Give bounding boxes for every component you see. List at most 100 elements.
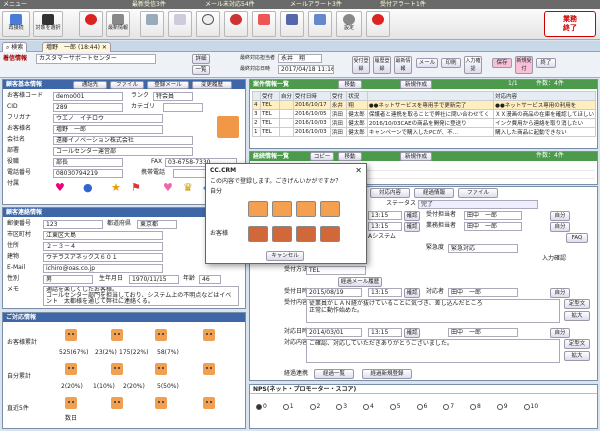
self-button[interactable]: 自分: [550, 222, 570, 232]
title-field[interactable]: 部長: [53, 158, 123, 167]
sex-select[interactable]: 男: [43, 275, 93, 284]
trophy-icon[interactable]: ♛: [183, 181, 193, 194]
confirm-button[interactable]: 確認: [404, 288, 420, 298]
urgency-select[interactable]: 緊急対応: [448, 244, 518, 253]
nps-radio-0[interactable]: 0: [256, 403, 267, 410]
enlarge-button[interactable]: 拡大: [564, 311, 590, 321]
customer-emotion-option-2[interactable]: [272, 226, 292, 242]
tab-customer[interactable]: 増野 一郎 (18:44) ✕: [42, 42, 111, 52]
done-rep-select[interactable]: 田中 一郎: [464, 222, 522, 231]
settings-button[interactable]: 設定: [336, 11, 362, 37]
tab-search[interactable]: ⌕ 検索: [2, 42, 28, 52]
heart-icon[interactable]: ♥: [55, 181, 65, 194]
progress-mail-button[interactable]: 経過メール履歴: [338, 277, 382, 287]
category-select[interactable]: [163, 103, 203, 112]
self-button[interactable]: 自分: [550, 328, 570, 338]
nps-radio-3[interactable]: 3: [336, 403, 347, 410]
clock-button[interactable]: [196, 11, 220, 37]
reception-rep-select[interactable]: 田中 一郎: [448, 288, 518, 297]
history-copy-button[interactable]: コピー: [310, 152, 334, 161]
enlarge-button[interactable]: 拡大: [564, 351, 590, 361]
confirm-button[interactable]: 確認: [404, 222, 420, 232]
news-button[interactable]: 最新情報: [106, 11, 130, 37]
incoming-center-field[interactable]: カスタマーサポートセンター: [36, 54, 156, 64]
input-check-button[interactable]: 入力確認: [464, 56, 482, 74]
fixed-text-button[interactable]: 定型文: [564, 299, 590, 309]
close-icon[interactable]: ✕: [102, 44, 107, 51]
bldg-field[interactable]: ウチラスアネックス６０１: [43, 253, 163, 262]
tab-response[interactable]: 対応内容: [370, 188, 410, 198]
call-target-button[interactable]: 通話先: [73, 81, 107, 89]
person-icon[interactable]: ●: [83, 181, 93, 194]
customer-emotion-option-3[interactable]: [296, 226, 316, 242]
reception-register-button[interactable]: 受付登録: [352, 56, 370, 74]
nps-radio-2[interactable]: 2: [309, 403, 320, 410]
company-field[interactable]: 遠藤イノベーション株式会社: [53, 136, 193, 145]
response-date-field[interactable]: 2014/03/01: [306, 328, 362, 337]
self-button[interactable]: 自分: [550, 288, 570, 298]
rank-select[interactable]: 特会員: [153, 92, 193, 101]
response-rep-select[interactable]: 田中 一郎: [448, 328, 518, 337]
users-button[interactable]: [252, 11, 276, 37]
status-select[interactable]: 完了: [418, 200, 538, 209]
fixed-text-button[interactable]: 定型文: [564, 339, 590, 349]
email-field[interactable]: ichiro@oas.co.jp: [43, 264, 163, 273]
close-icon[interactable]: ✕: [355, 166, 362, 175]
history-new-button[interactable]: 新規作成: [400, 152, 432, 161]
rec-rep-select[interactable]: 田中 一郎: [464, 211, 522, 220]
alert-count[interactable]: メールアラート3件: [290, 0, 342, 9]
customer-emotion-option-1[interactable]: [248, 226, 268, 242]
file-button[interactable]: ファイル: [110, 81, 144, 89]
faq-button[interactable]: FAQ: [566, 233, 588, 243]
addr-field[interactable]: ２－３－４: [43, 242, 163, 251]
select-target-button[interactable]: 対象を選択: [33, 11, 63, 37]
table-row[interactable]: 2 TEL 2016/10/03 浜田 健太郎 2016/10/03CAEの商品を開発に登…: [252, 118, 596, 128]
city-field[interactable]: 江東区大島: [43, 231, 163, 240]
customer-name-field[interactable]: 増野 一郎: [53, 125, 163, 134]
pin-button[interactable]: [224, 11, 248, 37]
table-row[interactable]: 1 TEL 2016/10/03 浜田 健太郎 キャンペーンで購入したPCが、不… 購入した…: [252, 127, 596, 137]
nps-radio-9[interactable]: 9: [496, 403, 508, 410]
reception-date-field[interactable]: 2015/08/19: [306, 288, 362, 297]
table-row[interactable]: 3 TEL 2016/10/05 浜田 健太郎 保護者と連携を取ることで弊社に問い合わせて…: [252, 109, 596, 119]
flag-icon[interactable]: ⚑: [131, 181, 141, 194]
kana-field[interactable]: ウエノ イチロウ: [53, 114, 163, 123]
nps-radio-6[interactable]: 6: [416, 403, 427, 410]
exit-button[interactable]: 業務 終了: [544, 11, 596, 37]
star-icon[interactable]: ★: [111, 181, 121, 194]
cases-new-button[interactable]: 新規作成: [400, 80, 432, 89]
list-button[interactable]: 一覧: [192, 65, 210, 75]
table-row[interactable]: 4 TEL 2016/10/17 永井翔 ●●ネットサービスを専用手で更新完了 ●●ネット…: [252, 100, 596, 110]
nps-radio-8[interactable]: 8: [470, 403, 481, 410]
response-time-field[interactable]: 13:15: [368, 328, 402, 337]
detail-button[interactable]: 詳細: [192, 54, 210, 64]
tab-file[interactable]: ファイル: [458, 188, 498, 198]
save-button[interactable]: 保存: [492, 58, 512, 68]
nps-radio-7[interactable]: 7: [443, 403, 454, 410]
tel-field[interactable]: 08030794219: [53, 169, 123, 178]
news-count[interactable]: 最新受信3件: [132, 0, 166, 9]
input-check-label[interactable]: 入力確認: [542, 255, 566, 263]
nps-radio-5[interactable]: 5: [389, 403, 401, 410]
latest-info-button[interactable]: 最新情報: [394, 56, 412, 74]
connect-button[interactable]: [308, 11, 332, 37]
self-emotion-option-3[interactable]: [296, 201, 316, 217]
menu-label[interactable]: メニュー: [3, 0, 27, 9]
document-button[interactable]: [168, 11, 192, 37]
nps-radio-1[interactable]: 1: [282, 403, 294, 410]
time2-field[interactable]: 13:15: [368, 222, 402, 231]
reception-time-field[interactable]: 13:15: [368, 288, 402, 297]
reconnect-button[interactable]: 再接続: [2, 11, 30, 37]
confirm-button[interactable]: 確認: [404, 328, 420, 338]
mail-action-button[interactable]: メール: [416, 58, 438, 68]
self-emotion-option-4[interactable]: [320, 201, 340, 217]
nps-radio-10[interactable]: 10: [523, 403, 538, 410]
mail-button[interactable]: [140, 11, 164, 37]
time1-field[interactable]: 13:15: [368, 211, 402, 220]
end-button[interactable]: 終了: [536, 58, 556, 68]
history-register-button[interactable]: 履歴登録: [373, 56, 391, 74]
progress-new-button[interactable]: 経過新規登録: [362, 369, 412, 379]
memo-field[interactable]: 通話を楽しくしたお客様。 コールセンター部門を担当しており、システム上の不明点な…: [43, 286, 239, 306]
cases-move-button[interactable]: 移動: [338, 80, 362, 89]
channel-select[interactable]: TEL: [306, 266, 366, 275]
